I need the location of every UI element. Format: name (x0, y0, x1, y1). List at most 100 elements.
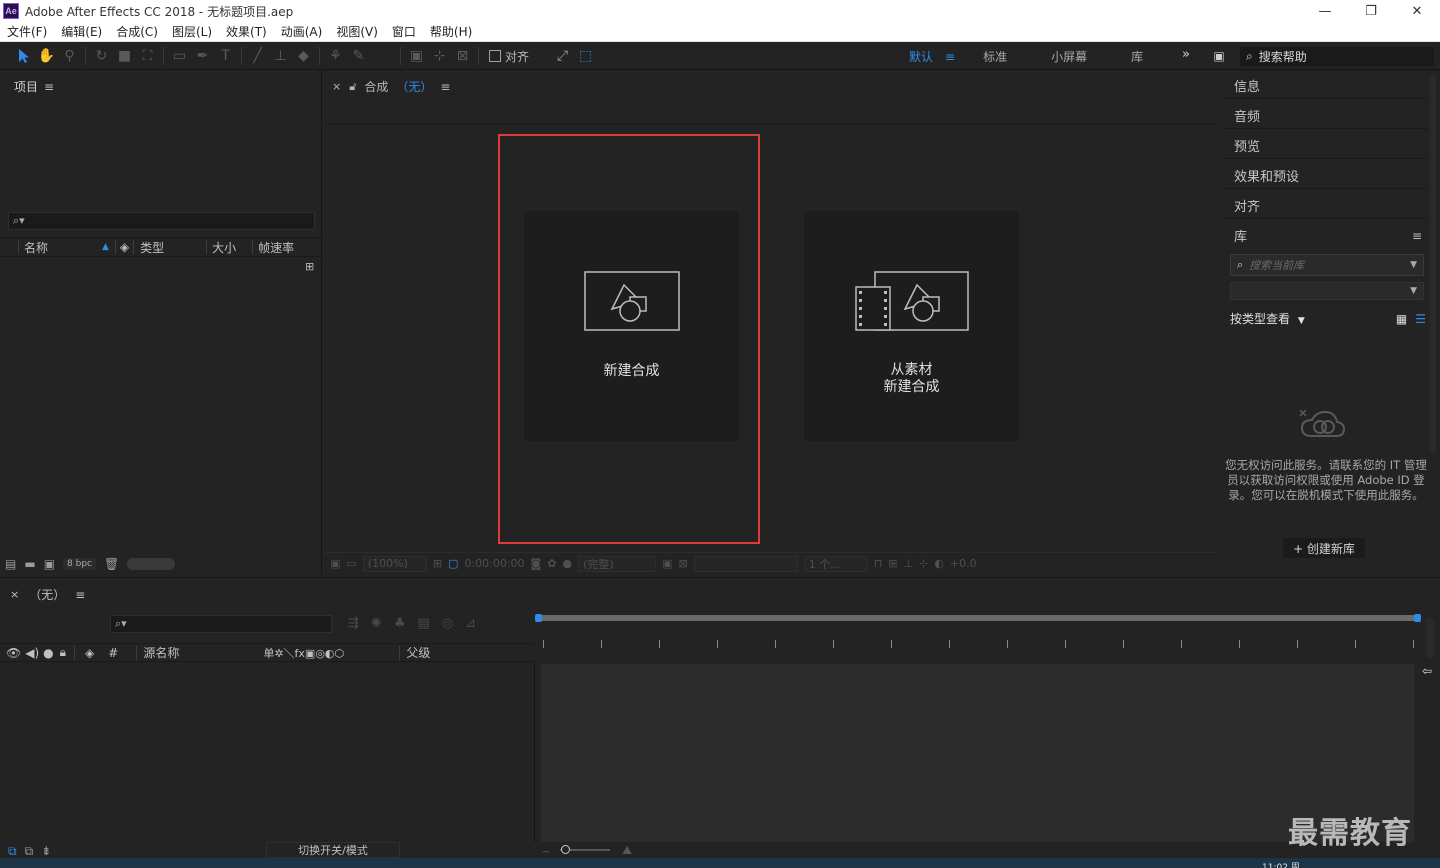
workspace-standard[interactable]: 标准 (969, 48, 1021, 65)
new-composition-from-footage-card[interactable]: 从素材 新建合成 (804, 211, 1019, 441)
panel-info[interactable]: 信息 (1224, 72, 1428, 99)
lock-icon[interactable]: 🔓︎ (349, 80, 356, 94)
flowchart-nav-icon[interactable]: ⊞ (888, 557, 897, 570)
menu-file[interactable]: 文件(F) (0, 23, 54, 40)
source-name-column[interactable]: 源名称 (143, 644, 263, 661)
snap-options-icon[interactable]: ⤢ (551, 45, 574, 67)
puppet-pin-tool-icon[interactable]: ✎ (347, 45, 370, 67)
reset-exposure-icon[interactable]: ◐ (934, 557, 944, 570)
eraser-tool-icon[interactable]: ◆ (292, 45, 315, 67)
timeline-link-icon[interactable]: ⊥ (904, 557, 914, 570)
snap-checkbox[interactable] (489, 50, 501, 62)
menu-edit[interactable]: 编辑(E) (54, 23, 109, 40)
color-channels-icon[interactable]: ● (562, 557, 572, 570)
brush-tool-icon[interactable]: ╱ (246, 45, 269, 67)
grid-view-icon[interactable]: ▦ (1396, 312, 1407, 326)
column-frame-rate[interactable]: 帧速率 (258, 239, 294, 256)
vr-toggle-icon[interactable]: ▣ (1209, 48, 1229, 64)
list-view-icon[interactable]: ☰ (1415, 312, 1426, 326)
workspace-default[interactable]: 默认 (895, 48, 939, 65)
menu-animation[interactable]: 动画(A) (274, 23, 330, 40)
create-library-button[interactable]: + 创建新库 (1283, 538, 1365, 558)
local-axis-icon[interactable]: ▣ (405, 45, 428, 67)
column-type[interactable]: 类型 (140, 239, 206, 256)
roto-brush-tool-icon[interactable]: ⚘ (324, 45, 347, 67)
magnification-dropdown[interactable]: (100%) (362, 555, 427, 572)
project-panel-menu-icon[interactable]: ≡ (44, 80, 54, 94)
thumbnail-size-slider[interactable] (127, 558, 176, 570)
close-tab-icon[interactable]: × (10, 588, 19, 601)
menu-view[interactable]: 视图(V) (329, 23, 385, 40)
menu-composition[interactable]: 合成(C) (109, 23, 165, 40)
snap-toggle[interactable]: 对齐 (489, 48, 529, 65)
panel-effects-presets[interactable]: 效果和预设 (1224, 162, 1428, 189)
toggle-transparency-icon[interactable]: ⊠ (678, 557, 687, 570)
layer-number-column[interactable]: # (108, 646, 118, 660)
color-depth-button[interactable]: 8 bpc (63, 558, 96, 570)
minimize-button[interactable]: — (1302, 0, 1348, 22)
timeline-scrollbar[interactable] (1426, 618, 1434, 658)
clone-stamp-tool-icon[interactable]: ⊥ (269, 45, 292, 67)
comp-flowchart-icon[interactable]: ⊹ (919, 557, 928, 570)
video-visibility-icon[interactable]: 👁︎ (6, 646, 21, 660)
transparency-grid-icon[interactable]: ▢ (448, 557, 458, 570)
camera-dropdown[interactable] (693, 555, 798, 572)
library-menu-icon[interactable]: ≡ (1412, 229, 1422, 243)
workspace-libraries[interactable]: 库 (1101, 48, 1157, 65)
library-title[interactable]: 库 (1234, 226, 1247, 245)
column-size[interactable]: 大小 (212, 239, 252, 256)
workspace-small-screen[interactable]: 小屏幕 (1021, 48, 1101, 65)
composition-menu-icon[interactable]: ≡ (440, 80, 450, 94)
shy-layers-icon[interactable]: ♣ (394, 616, 406, 631)
pan-behind-tool-icon[interactable]: ⛶ (136, 45, 159, 67)
safe-zones-icon[interactable]: ⊞ (433, 557, 442, 570)
timeline-tab[interactable]: × （无） ≡ (10, 586, 85, 603)
switches-column[interactable]: 单✲＼fx▣◎◐⬡ (263, 645, 399, 661)
fast-previews-icon[interactable]: ⊓ (874, 557, 883, 570)
menu-help[interactable]: 帮助(H) (423, 23, 479, 40)
work-area-end-handle[interactable] (1414, 614, 1421, 622)
transfer-controls-toggle-icon[interactable]: ⧉ (25, 844, 34, 859)
pen-tool-icon[interactable]: ✒ (191, 45, 214, 67)
rectangle-tool-icon[interactable]: ▭ (168, 45, 191, 67)
views-dropdown[interactable]: 1 个... (803, 555, 868, 572)
library-search-input[interactable]: ⌕ 搜索当前库 ▼ (1230, 254, 1424, 276)
project-search-input[interactable]: ⌕▾ (8, 212, 315, 230)
draft-3d-icon[interactable]: ✺ (371, 616, 382, 631)
toggle-switches-modes-button[interactable]: 切换开关/模式 (266, 842, 400, 858)
project-panel-title[interactable]: 项目 (14, 78, 38, 95)
audio-icon[interactable]: ◀) (25, 646, 39, 660)
comp-marker-bin-icon[interactable]: ⇦ (1422, 664, 1432, 678)
right-panel-scrollbar[interactable] (1430, 74, 1436, 454)
preview-icon[interactable]: ▣ (330, 557, 340, 570)
search-help-input[interactable]: ⌕ 搜索帮助 (1240, 47, 1434, 66)
sort-ascending-icon[interactable]: ▲ (102, 242, 109, 252)
close-tab-icon[interactable]: × (332, 80, 341, 93)
type-tool-icon[interactable]: T (214, 45, 237, 67)
menu-effect[interactable]: 效果(T) (219, 23, 274, 40)
comp-mini-flowchart-icon[interactable]: ⇶ (348, 616, 359, 631)
timeline-menu-icon[interactable]: ≡ (75, 588, 85, 602)
hand-tool-icon[interactable]: ✋ (35, 45, 58, 67)
panel-preview[interactable]: 预览 (1224, 132, 1428, 159)
zoom-out-icon[interactable]: ⌢ (542, 844, 550, 859)
menu-layer[interactable]: 图层(L) (165, 23, 219, 40)
workspace-more-icon[interactable]: » (1182, 47, 1190, 62)
camera-tool-icon[interactable]: ■ (113, 45, 136, 67)
view-by-type-dropdown[interactable]: 按类型查看 ▼ (1230, 310, 1305, 327)
new-composition-icon[interactable]: ▣ (44, 557, 55, 571)
world-axis-icon[interactable]: ⊹ (428, 45, 451, 67)
label-tag-icon[interactable]: ◈ (85, 646, 94, 660)
timeline-zoom-thumb[interactable] (561, 845, 570, 854)
graph-editor-icon[interactable]: ⊿ (465, 616, 476, 631)
flowchart-icon[interactable]: ⊞ (305, 260, 314, 273)
new-folder-icon[interactable]: ▬ (24, 557, 35, 571)
zoom-in-icon[interactable]: ⛰ (622, 843, 632, 858)
chevron-down-icon[interactable]: ▼ (1410, 260, 1417, 270)
snapshot-icon[interactable]: ◙ (531, 557, 542, 570)
composition-tab[interactable]: × 🔓︎ 合成 （无） ≡ (332, 78, 450, 95)
region-icon[interactable]: ▣ (662, 557, 672, 570)
timecode[interactable]: 0:00:00:00 (464, 557, 524, 570)
frame-blending-icon[interactable]: ▤ (417, 616, 429, 631)
interpret-footage-icon[interactable]: ▤ (5, 557, 16, 571)
